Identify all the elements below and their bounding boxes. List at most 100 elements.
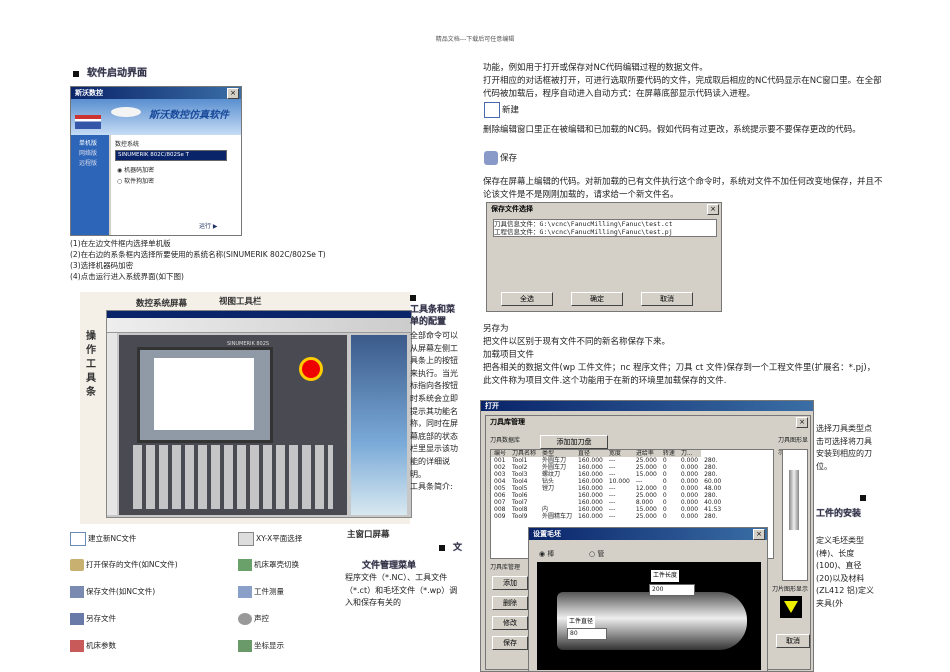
para-open: 打开相应的对话框被打开，可进行选取所要代码的文件，完成取后相应的NC代码显示在N… (483, 76, 882, 99)
table-cell: Tool1 (512, 457, 528, 464)
cancel-button[interactable]: 取消 (776, 634, 810, 648)
tool-table-header[interactable]: 刀具名称 (509, 450, 539, 457)
close-icon[interactable]: × (753, 529, 765, 540)
cnc-left-toolbar[interactable] (107, 333, 117, 515)
save-file-ct[interactable]: 刀具信息文件：G:\vcnc\FanucMilling\Fanuc\test.c… (494, 220, 716, 228)
toolbar-item-coords[interactable]: 坐标显示 (238, 640, 284, 652)
length-label: 工件长度 (651, 570, 680, 582)
run-button[interactable]: 运行 ▶ (199, 221, 218, 233)
save-file-pj[interactable]: 工程信息文件：G:\vcnc\FanucMilling\Fanuc\test.p… (494, 228, 716, 236)
tool-table-grid: 编号 刀具名称 类型 直径 宽度 进给率 转速 刀... 001 Tool1 外圆车刀 160.00… (491, 450, 725, 520)
radio-dongle[interactable]: ○ 软件狗加密 (117, 176, 154, 188)
toolbar-item-params[interactable]: 机床参数 (70, 640, 116, 652)
table-cell: --- (608, 513, 616, 520)
table-cell: 内 (542, 506, 549, 513)
table-cell: 0.000 (680, 513, 699, 520)
tool-table-header[interactable]: 进给率 (633, 450, 660, 457)
menu-item-network[interactable]: 网络版 (71, 149, 109, 159)
ok-button[interactable]: 确定 (571, 292, 623, 306)
step-item: (2)在右边的系条框内选择所要使用的系统名称(SINUMERIK 802C/80… (70, 250, 326, 259)
table-cell: 007 (494, 499, 506, 506)
table-cell: Tool2 (512, 464, 528, 471)
tool-table-header[interactable]: 宽度 (606, 450, 633, 457)
tool-table-header[interactable]: 直径 (575, 450, 606, 457)
table-cell: 0.000 (680, 464, 699, 471)
table-cell: 0.000 (680, 506, 699, 513)
toolbar-item-save[interactable]: 保存文件(如NC文件) (70, 586, 155, 598)
flag-icon (75, 115, 101, 129)
save-dialog-title: 保存文件选择 (487, 203, 721, 216)
table-cell: 001 (494, 457, 506, 464)
close-icon[interactable]: × (227, 88, 239, 99)
para-new: 删除编辑窗口里正在被编辑和已加载的NC码。假如代码有过更改，系统提示要不要保存更… (483, 125, 861, 135)
table-row[interactable]: 006 Tool6 160.000 --- 25.000 0 0.000 280. (491, 492, 724, 499)
cancel-button[interactable]: 取消 (641, 292, 693, 306)
table-row[interactable]: 008 Tool8 内 160.000 --- 15.000 0 0.000 41.53 (491, 506, 724, 513)
tool-table-header[interactable]: 转速 (660, 450, 678, 457)
table-cell: 280. (704, 492, 718, 499)
table-cell (539, 499, 575, 506)
toolbar-intro: 工具条简介: (410, 482, 453, 492)
open-folder-icon (70, 559, 84, 571)
emergency-stop-button[interactable] (299, 357, 323, 381)
table-cell: Tool9 (512, 513, 528, 520)
table-cell: 25.000 (635, 464, 657, 471)
cnc-keypad[interactable] (133, 445, 333, 509)
bullet-icon (438, 544, 445, 551)
table-cell: 41.53 (704, 506, 722, 513)
system-select[interactable]: SINUMERIK 802C/802Se T (115, 150, 227, 161)
toolbar-item-plane[interactable]: XY-X平面选择 (238, 532, 302, 546)
delete-button[interactable]: 删除 (492, 596, 528, 610)
add-turret-button[interactable]: 添加加刀盘 (540, 435, 608, 449)
table-cell: 0 (662, 492, 667, 499)
save-file-list[interactable]: 刀具信息文件：G:\vcnc\FanucMilling\Fanuc\test.c… (493, 219, 717, 237)
radio-tube[interactable]: ○ 管 (589, 548, 604, 560)
toolbar-item-measure[interactable]: 工件测量 (238, 586, 284, 598)
close-icon[interactable]: × (796, 417, 808, 428)
radio-bar[interactable]: ◉ 棒 (539, 548, 554, 560)
tool-table-header[interactable]: 类型 (539, 450, 575, 457)
toolbar-item-sound[interactable]: 声控 (238, 613, 269, 625)
close-icon[interactable]: × (707, 204, 719, 215)
bullet-icon (860, 494, 866, 501)
table-row[interactable]: 009 Tool9 外圆精车刀 160.000 --- 25.000 0 0.000 280. (491, 513, 724, 520)
table-cell: Tool7 (512, 499, 528, 506)
table-row[interactable]: 005 Tool5 镗刀 160.000 --- 12.000 0 0.000 48.00 (491, 485, 724, 492)
table-cell: 280. (704, 513, 718, 520)
blank-dialog: 设置毛坯 × ◉ 棒 ○ 管 工件长度 200 工件直径 80 (528, 527, 768, 672)
table-row[interactable]: 004 Tool4 钻头 160.000 10.000 --- 0 0.000 60.00 (491, 478, 724, 485)
table-cell: 0 (662, 471, 667, 478)
project-body: 把各相关的数据文件(wp 工件文件；nc 程序文件；刀具 ct 文件)保存到一个… (483, 363, 876, 386)
table-cell: 12.000 (635, 485, 657, 492)
save-button[interactable]: 保存 (492, 636, 528, 650)
table-cell: 280. (704, 464, 718, 471)
menu-item-remote[interactable]: 远程版 (71, 159, 109, 169)
table-row[interactable]: 001 Tool1 外圆车刀 160.000 --- 25.000 0 0.000 280. (491, 457, 724, 464)
toolbar-item-open[interactable]: 打开保存的文件(如NC文件) (70, 559, 178, 571)
diameter-input[interactable]: 80 (567, 628, 607, 640)
toolbar-item-new[interactable]: 建立新NC文件 (70, 532, 136, 546)
table-cell: --- (608, 506, 616, 513)
tool-library-title: 刀具库管理 (486, 416, 810, 428)
add-button[interactable]: 添加 (492, 576, 528, 590)
table-row[interactable]: 003 Tool3 螺纹刀 160.000 --- 15.000 0 0.000 280. (491, 471, 724, 478)
tool-table-header[interactable]: 刀... (678, 450, 701, 457)
select-all-button[interactable]: 全选 (501, 292, 553, 306)
menu-item-standalone[interactable]: 单机版 (71, 135, 109, 149)
bullet-icon (410, 294, 416, 301)
side-text-tool: 选择刀具类型点击可选择将刀具安装到相应的刀位。 (816, 424, 872, 471)
toolbar-item-cover[interactable]: 机床罩壳切换 (238, 559, 299, 571)
coords-icon (238, 640, 252, 652)
length-input[interactable]: 200 (649, 584, 695, 596)
step-item: (1)在左边文件框内选择单机版 (70, 239, 171, 248)
tool-table-header[interactable]: 编号 (491, 450, 509, 457)
table-cell: 0 (662, 478, 667, 485)
table-cell: Tool3 (512, 471, 528, 478)
table-cell: 160.000 (578, 485, 603, 492)
table-cell: 25.000 (635, 457, 657, 464)
toolbar-item-saveas[interactable]: 另存文件 (70, 613, 116, 625)
table-row[interactable]: 002 Tool2 外圆车刀 160.000 --- 25.000 0 0.000 280. (491, 464, 724, 471)
table-cell: 0.000 (680, 485, 699, 492)
table-row[interactable]: 007 Tool7 160.000 --- 8.000 0 0.000 40.00 (491, 499, 724, 506)
modify-button[interactable]: 修改 (492, 616, 528, 630)
